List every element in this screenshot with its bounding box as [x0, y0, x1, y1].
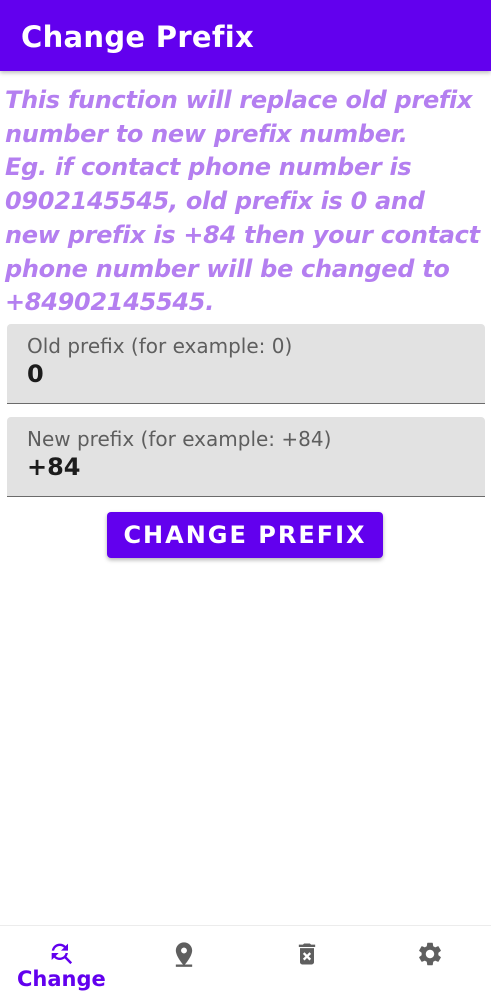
- description-line: Eg. if contact phone number is: [5, 153, 412, 182]
- new-prefix-label: New prefix (for example: +84): [27, 427, 332, 451]
- description-line: This function will replace old prefix: [5, 86, 473, 114]
- find-replace-icon: [52, 943, 73, 965]
- change-prefix-button[interactable]: CHANGE PREFIX: [107, 512, 383, 558]
- nav-item-settings[interactable]: [368, 926, 491, 999]
- description-line: phone number will be changed to: [5, 254, 450, 283]
- description-text: This function will replace old prefix nu…: [5, 84, 487, 320]
- old-prefix-input[interactable]: [27, 358, 467, 390]
- description-line: number to new prefix number.: [5, 119, 408, 148]
- old-prefix-field[interactable]: Old prefix (for example: 0): [7, 324, 485, 404]
- delete-icon: [298, 943, 316, 965]
- page-title: Change Prefix: [21, 20, 255, 54]
- location-pin-icon: [175, 942, 193, 967]
- new-prefix-input[interactable]: [27, 451, 467, 483]
- description-line: +84902145545.: [5, 288, 215, 317]
- bottom-navigation: Change: [0, 925, 491, 999]
- new-prefix-field[interactable]: New prefix (for example: +84): [7, 417, 485, 497]
- description-line: 0902145545, old prefix is 0 and: [5, 187, 425, 216]
- description-line: new prefix is +84 then your contact: [5, 220, 480, 249]
- nav-item-location[interactable]: [123, 926, 246, 999]
- nav-label-change: Change: [16, 967, 106, 991]
- old-prefix-label: Old prefix (for example: 0): [27, 334, 293, 358]
- nav-item-change[interactable]: Change: [0, 926, 123, 999]
- app-bar: Change Prefix: [0, 0, 491, 71]
- settings-icon: [418, 942, 441, 966]
- nav-item-delete[interactable]: [246, 926, 369, 999]
- change-prefix-screen: Change Prefix This function will replace…: [0, 0, 491, 999]
